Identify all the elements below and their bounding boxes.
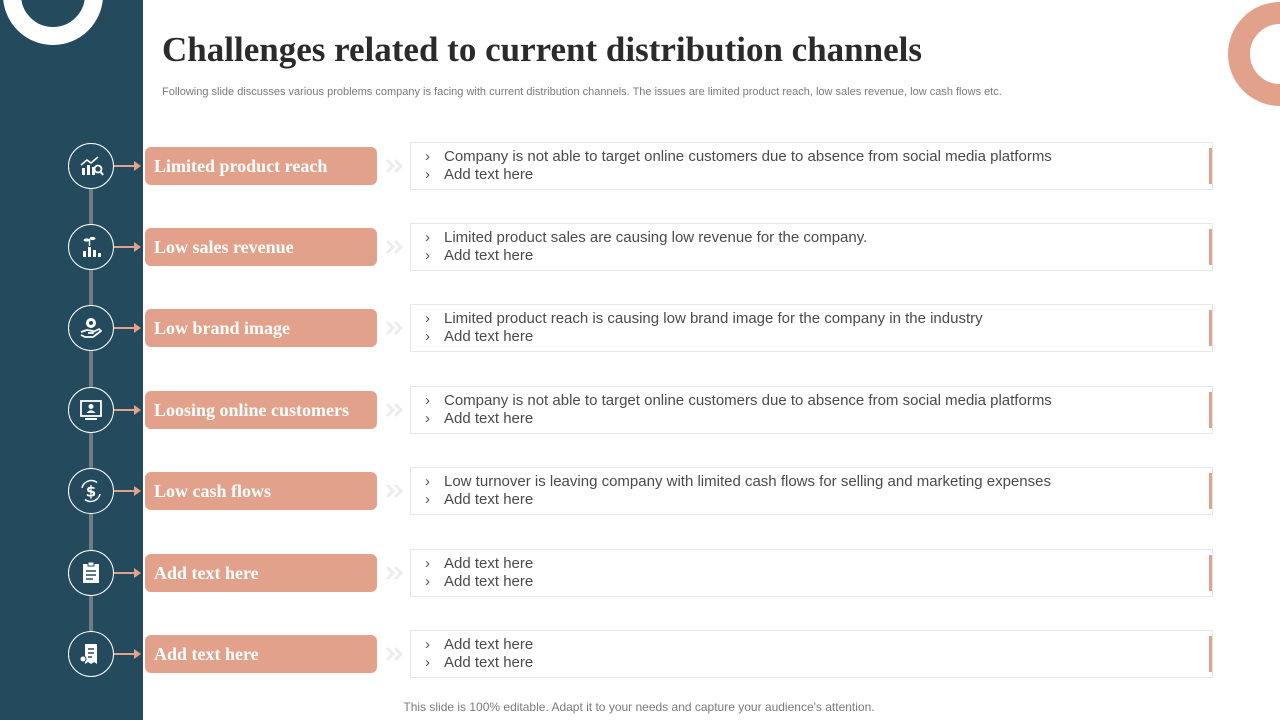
accent-bar (1209, 310, 1212, 346)
challenge-description-box: › Company is not able to target online cu… (410, 142, 1213, 190)
challenge-label: Low sales revenue (145, 228, 377, 266)
challenge-label: Add text here (145, 635, 377, 673)
row-link-line (114, 572, 136, 574)
bullet-point: › Company is not able to target online cu… (425, 148, 1052, 165)
double-chevron-icon (385, 239, 404, 255)
accent-bar (1209, 229, 1212, 265)
row-link-arrow (134, 242, 141, 252)
row-link-line (114, 653, 136, 655)
slide-subtitle: Following slide discusses various proble… (162, 86, 1002, 98)
challenge-row-1: Limited product reach › Company is not ab… (0, 142, 1280, 190)
receipt-document-icon (68, 631, 114, 677)
double-chevron-icon (385, 158, 404, 174)
decorative-corner-ring (1228, 2, 1280, 106)
row-link-arrow (134, 486, 141, 496)
bullet-point: › Add text here (425, 555, 534, 572)
challenge-description-box: › Low turnover is leaving company with li… (410, 467, 1213, 515)
bullet-point: › Add text here (425, 491, 534, 508)
challenge-label: Limited product reach (145, 147, 377, 185)
challenge-label: Low brand image (145, 309, 377, 347)
online-user-monitor-icon (68, 387, 114, 433)
bullet-point: › Limited product reach is causing low br… (425, 310, 983, 327)
challenge-description-box: › Add text here › Add text here (410, 549, 1213, 597)
bullet-point: › Add text here (425, 410, 534, 427)
challenge-row-6: Add text here › Add text here › Add text h… (0, 549, 1280, 597)
bullet-point: › Low turnover is leaving company with li… (425, 473, 1051, 490)
challenge-description-box: › Limited product sales are causing low r… (410, 223, 1213, 271)
bullet-point: › Add text here (425, 166, 534, 183)
clipboard-icon (68, 550, 114, 596)
row-link-arrow (134, 161, 141, 171)
row-link-line (114, 246, 136, 248)
challenge-description-box: › Limited product reach is causing low br… (410, 304, 1213, 352)
bullet-point: › Company is not able to target online cu… (425, 392, 1052, 409)
challenge-row-4: Loosing online customers › Company is not… (0, 386, 1280, 434)
accent-bar (1209, 473, 1212, 509)
accent-bar (1209, 636, 1212, 672)
bullet-point: › Add text here (425, 636, 534, 653)
row-link-line (114, 165, 136, 167)
row-link-line (114, 327, 136, 329)
row-link-arrow (134, 323, 141, 333)
bullet-point: › Add text here (425, 328, 534, 345)
row-link-line (114, 490, 136, 492)
row-link-arrow (134, 649, 141, 659)
challenge-row-2: Low sales revenue › Limited product sales… (0, 223, 1280, 271)
accent-bar (1209, 148, 1212, 184)
accent-bar (1209, 555, 1212, 591)
accent-bar (1209, 392, 1212, 428)
decorative-ring (3, 0, 103, 45)
bullet-point: › Add text here (425, 573, 534, 590)
challenge-description-box: › Company is not able to target online cu… (410, 386, 1213, 434)
hand-reputation-icon (68, 305, 114, 351)
challenge-row-5: $ Low cash flows › Low turnover is leavin… (0, 467, 1280, 515)
challenge-label: Low cash flows (145, 472, 377, 510)
double-chevron-icon (385, 402, 404, 418)
slide-footer-note: This slide is 100% editable. Adapt it to… (403, 700, 875, 714)
row-link-arrow (134, 405, 141, 415)
bullet-point: › Add text here (425, 654, 534, 671)
svg-text:$: $ (86, 483, 96, 501)
double-chevron-icon (385, 483, 404, 499)
chart-magnifier-icon (68, 143, 114, 189)
plant-growth-chart-icon (68, 224, 114, 270)
challenge-label: Loosing online customers (145, 391, 377, 429)
challenge-row-3: Low brand image › Limited product reach i… (0, 304, 1280, 352)
challenge-description-box: › Add text here › Add text here (410, 630, 1213, 678)
row-link-arrow (134, 568, 141, 578)
dollar-cycle-icon: $ (68, 468, 114, 514)
double-chevron-icon (385, 320, 404, 336)
bullet-point: › Add text here (425, 247, 534, 264)
double-chevron-icon (385, 565, 404, 581)
slide-title: Challenges related to current distributi… (162, 30, 922, 69)
sidebar-panel (0, 0, 143, 720)
double-chevron-icon (385, 646, 404, 662)
row-link-line (114, 409, 136, 411)
challenge-row-7: Add text here › Add text here › Add text h… (0, 630, 1280, 678)
challenge-label: Add text here (145, 554, 377, 592)
bullet-point: › Limited product sales are causing low r… (425, 229, 868, 246)
